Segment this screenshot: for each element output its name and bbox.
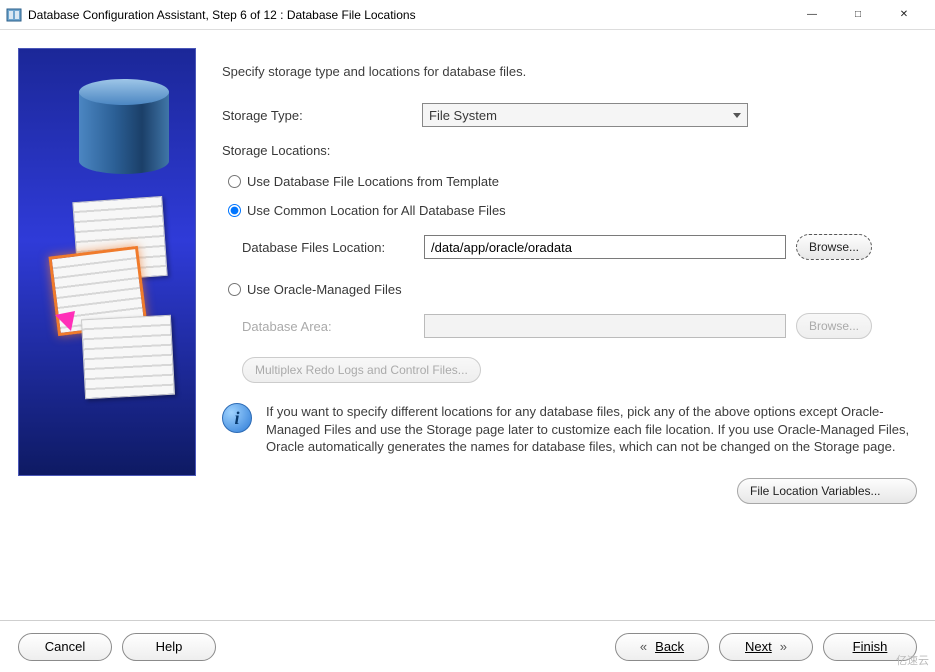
storage-type-value: File System bbox=[429, 108, 497, 123]
browse-db-files-button[interactable]: Browse... bbox=[796, 234, 872, 260]
next-label: Next bbox=[745, 639, 772, 654]
form-area: Specify storage type and locations for d… bbox=[222, 48, 917, 610]
storage-type-select[interactable]: File System bbox=[422, 103, 748, 127]
info-icon: i bbox=[222, 403, 252, 433]
storage-locations-label: Storage Locations: bbox=[222, 143, 422, 158]
arrow-icon bbox=[18, 309, 77, 369]
storage-type-row: Storage Type: File System bbox=[222, 103, 917, 127]
option-template-label: Use Database File Locations from Templat… bbox=[247, 174, 499, 189]
db-files-location-row: Database Files Location: Browse... bbox=[242, 234, 917, 260]
info-text: If you want to specify different locatio… bbox=[266, 403, 917, 456]
bottom-bar: Cancel Help « Back Next » Finish bbox=[0, 620, 935, 672]
window-controls: — □ ✕ bbox=[789, 0, 927, 30]
app-icon bbox=[6, 7, 22, 23]
minimize-button[interactable]: — bbox=[789, 0, 835, 30]
db-files-location-input[interactable] bbox=[424, 235, 786, 259]
multiplex-button: Multiplex Redo Logs and Control Files... bbox=[242, 357, 481, 383]
browse-db-area-button: Browse... bbox=[796, 313, 872, 339]
option-omf-label: Use Oracle-Managed Files bbox=[247, 282, 402, 297]
chevron-down-icon bbox=[733, 113, 741, 118]
wizard-side-image bbox=[18, 48, 196, 476]
option-common-radio[interactable]: Use Common Location for All Database Fil… bbox=[228, 203, 917, 218]
chevron-left-icon: « bbox=[640, 639, 647, 654]
finish-label: Finish bbox=[853, 639, 888, 654]
paper-stack-icon bbox=[25, 199, 185, 449]
option-template-radio[interactable]: Use Database File Locations from Templat… bbox=[228, 174, 917, 189]
db-area-input bbox=[424, 314, 786, 338]
database-cylinder-icon bbox=[79, 79, 169, 179]
chevron-right-icon: » bbox=[780, 639, 787, 654]
option-omf-input[interactable] bbox=[228, 283, 241, 296]
option-common-input[interactable] bbox=[228, 204, 241, 217]
option-common-label: Use Common Location for All Database Fil… bbox=[247, 203, 506, 218]
option-template-input[interactable] bbox=[228, 175, 241, 188]
finish-button[interactable]: Finish bbox=[823, 633, 917, 661]
close-button[interactable]: ✕ bbox=[881, 0, 927, 30]
file-location-variables-button[interactable]: File Location Variables... bbox=[737, 478, 917, 504]
maximize-button[interactable]: □ bbox=[835, 0, 881, 30]
window-title: Database Configuration Assistant, Step 6… bbox=[28, 8, 789, 22]
next-button[interactable]: Next » bbox=[719, 633, 813, 661]
db-area-label: Database Area: bbox=[242, 319, 414, 334]
db-area-row: Database Area: Browse... bbox=[242, 313, 917, 339]
help-button[interactable]: Help bbox=[122, 633, 216, 661]
instruction-text: Specify storage type and locations for d… bbox=[222, 64, 917, 79]
db-files-location-label: Database Files Location: bbox=[242, 240, 414, 255]
back-button[interactable]: « Back bbox=[615, 633, 709, 661]
option-omf-radio[interactable]: Use Oracle-Managed Files bbox=[228, 282, 917, 297]
titlebar: Database Configuration Assistant, Step 6… bbox=[0, 0, 935, 30]
back-label: Back bbox=[655, 639, 684, 654]
storage-type-label: Storage Type: bbox=[222, 108, 422, 123]
info-row: i If you want to specify different locat… bbox=[222, 403, 917, 456]
cancel-button[interactable]: Cancel bbox=[18, 633, 112, 661]
client-area: Specify storage type and locations for d… bbox=[0, 30, 935, 620]
